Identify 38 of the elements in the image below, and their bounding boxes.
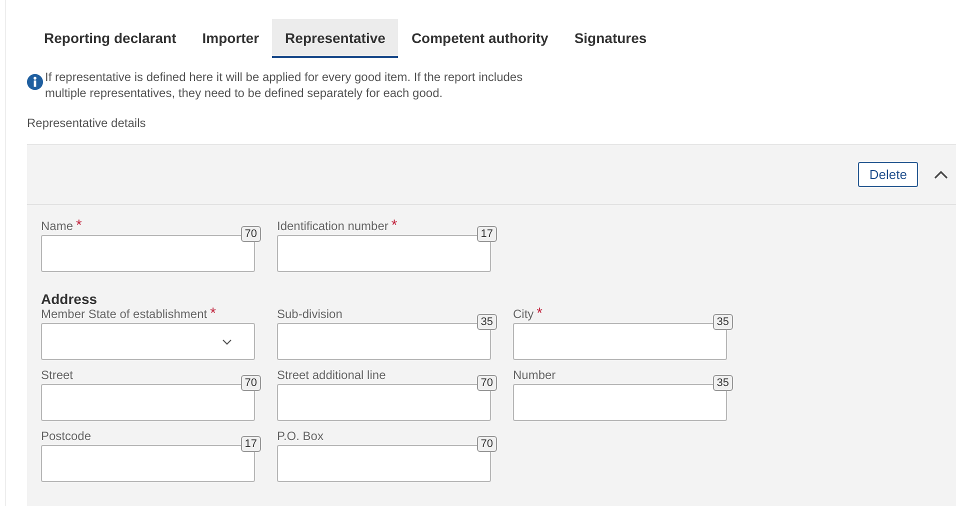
character-limit-badge: 17 [240, 436, 261, 452]
character-limit-badge: 35 [476, 314, 497, 330]
field-label: Member State of establishment [41, 307, 208, 321]
field-label: Number [513, 368, 556, 382]
dropdown-field[interactable] [41, 323, 255, 360]
character-limit-badge: 70 [476, 436, 497, 452]
section-label: Representative details [27, 116, 147, 130]
field-label: P.O. Box [277, 429, 324, 443]
field-label: Street additional line [277, 368, 386, 382]
tab[interactable]: Signatures [561, 19, 660, 58]
required-asterisk: * [210, 307, 216, 321]
caret-icon [222, 338, 232, 344]
tab[interactable]: Importer [189, 19, 272, 58]
address-heading: Address [41, 291, 98, 307]
tab[interactable]: Representative [272, 19, 398, 58]
chevron-up-icon [934, 170, 948, 179]
input-field[interactable] [277, 235, 491, 272]
character-limit-badge: 35 [712, 375, 733, 391]
required-asterisk: * [391, 219, 398, 233]
required-asterisk: * [76, 219, 82, 233]
field-label: Sub-division [277, 307, 342, 321]
field-label: Street [41, 368, 74, 382]
field-label: Postcode [41, 429, 92, 443]
field-label: Name [41, 219, 74, 233]
field-label: Identification number [277, 219, 388, 233]
tab[interactable]: Reporting declarant [31, 19, 190, 58]
info-text: If representative is defined here it will be applied for every good item. If the report includes multiple representatives, they need to be defined separately for each good. [45, 69, 524, 101]
character-limit-badge: 70 [476, 375, 497, 391]
character-limit-badge: 17 [476, 226, 497, 242]
delete-button[interactable]: Delete [858, 162, 918, 187]
tab[interactable]: Competent authority [398, 19, 562, 58]
info-icon [27, 74, 43, 90]
character-limit-badge: 35 [712, 314, 733, 330]
character-limit-badge: 70 [240, 375, 261, 391]
required-asterisk: * [536, 307, 543, 321]
input-field[interactable] [41, 445, 255, 482]
field-label: City [513, 307, 534, 321]
character-limit-badge: 70 [240, 226, 261, 242]
